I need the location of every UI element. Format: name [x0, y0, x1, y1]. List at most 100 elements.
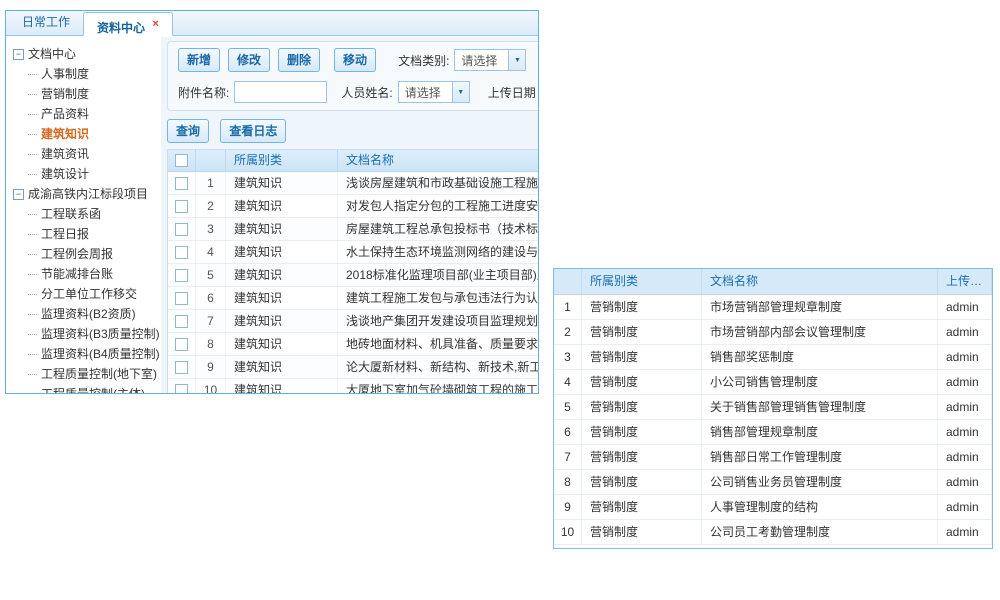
tree-node-selected[interactable]: 建筑知识	[13, 124, 161, 144]
table-row[interactable]: 9 建筑知识 论大厦新材料、新结构、新技术,新工艺	[168, 356, 539, 379]
tree-node[interactable]: −文档中心	[13, 44, 161, 64]
header-name: 文档名称	[338, 150, 539, 171]
row-checkbox[interactable]	[175, 384, 188, 395]
tree-branch-line	[28, 234, 37, 235]
collapse-icon[interactable]: −	[13, 189, 24, 200]
delete-button[interactable]: 删除	[278, 48, 320, 72]
table-row[interactable]: 5 营销制度 关于销售部管理销售管理制度 admin	[554, 395, 992, 420]
actions-row: 查询 查看日志	[167, 119, 538, 143]
grid-header: 所属别类 文档名称 上传…	[554, 269, 992, 295]
table-row[interactable]: 1 营销制度 市场营销部管理规章制度 admin	[554, 295, 992, 320]
tab-daily-work[interactable]: 日常工作	[9, 11, 83, 35]
cell-name: 论大厦新材料、新结构、新技术,新工艺	[338, 356, 539, 378]
tab-label: 资料中心	[97, 21, 145, 35]
cell-name: 房屋建筑工程总承包投标书（技术标）	[338, 218, 539, 240]
table-row[interactable]: 8 营销制度 公司销售业务员管理制度 admin	[554, 470, 992, 495]
cell-index: 2	[554, 320, 582, 344]
table-row[interactable]: 4 建筑知识 水土保持生态环境监测网络的建设与资	[168, 241, 539, 264]
cell-category: 建筑知识	[226, 379, 338, 394]
tree-node[interactable]: 工程联系函	[13, 204, 161, 224]
header-index	[554, 269, 582, 294]
tree-node[interactable]: 工程质量控制(主体)	[13, 384, 161, 393]
tree-node[interactable]: 监理资料(B3质量控制)	[13, 324, 161, 344]
cell-name: 公司员工考勤管理制度	[702, 520, 938, 544]
tree-branch-line	[28, 274, 37, 275]
tree-node-label: 监理资料(B3质量控制)	[41, 327, 160, 341]
table-row[interactable]: 2 建筑知识 对发包人指定分包的工程施工进度安排	[168, 195, 539, 218]
table-row[interactable]: 1 建筑知识 浅谈房屋建筑和市政基础设施工程施工	[168, 172, 539, 195]
tree-node[interactable]: 人事制度	[13, 64, 161, 84]
category-select-value: 请选择	[455, 52, 497, 69]
cell-uploader: admin	[938, 520, 992, 544]
row-checkbox[interactable]	[175, 200, 188, 213]
cell-index: 10	[554, 520, 582, 544]
cell-index: 4	[554, 370, 582, 394]
close-tab-icon[interactable]: ×	[152, 18, 158, 30]
cell-category: 建筑知识	[226, 241, 338, 263]
row-checkbox[interactable]	[175, 246, 188, 259]
table-row[interactable]: 6 建筑知识 建筑工程施工发包与承包违法行为认定	[168, 287, 539, 310]
tree-branch-line	[28, 74, 37, 75]
row-checkbox[interactable]	[175, 361, 188, 374]
category-label: 文档类别:	[398, 52, 449, 69]
tree-branch-line	[28, 254, 37, 255]
view-log-button[interactable]: 查看日志	[220, 119, 286, 143]
person-select[interactable]: 请选择 ▼	[398, 81, 470, 103]
tree-node[interactable]: −成渝高铁内江标段项目	[13, 184, 161, 204]
cell-category: 营销制度	[582, 420, 702, 444]
tab-bar: 日常工作 资料中心 ×	[6, 11, 538, 36]
category-select[interactable]: 请选择 ▼	[454, 49, 526, 71]
row-checkbox[interactable]	[175, 338, 188, 351]
row-checkbox[interactable]	[175, 177, 188, 190]
edit-button[interactable]: 修改	[228, 48, 270, 72]
add-button[interactable]: 新增	[178, 48, 220, 72]
row-checkbox[interactable]	[175, 315, 188, 328]
tree-node[interactable]: 营销制度	[13, 84, 161, 104]
tree-node[interactable]: 分工单位工作移交	[13, 284, 161, 304]
cell-name: 公司销售业务员管理制度	[702, 470, 938, 494]
tree-node[interactable]: 建筑设计	[13, 164, 161, 184]
table-row[interactable]: 2 营销制度 市场营销部内部会议管理制度 admin	[554, 320, 992, 345]
tree-node[interactable]: 工程日报	[13, 224, 161, 244]
attachment-name-input[interactable]	[234, 81, 327, 103]
tree-node[interactable]: 工程质量控制(地下室)	[13, 364, 161, 384]
table-row[interactable]: 9 营销制度 人事管理制度的结构 admin	[554, 495, 992, 520]
table-row[interactable]: 6 营销制度 销售部管理规章制度 admin	[554, 420, 992, 445]
tree-node-label: 分工单位工作移交	[41, 287, 137, 301]
cell-uploader: admin	[938, 495, 992, 519]
table-row[interactable]: 5 建筑知识 2018标准化监理项目部(业主项目部)人员	[168, 264, 539, 287]
attachment-label: 附件名称:	[178, 84, 229, 101]
table-row[interactable]: 7 建筑知识 浅谈地产集团开发建设项目监理规划编	[168, 310, 539, 333]
table-row[interactable]: 8 建筑知识 地砖地面材料、机具准备、质量要求及	[168, 333, 539, 356]
tree-node[interactable]: 工程例会周报	[13, 244, 161, 264]
row-checkbox[interactable]	[175, 292, 188, 305]
table-row[interactable]: 7 营销制度 销售部日常工作管理制度 admin	[554, 445, 992, 470]
tree-node[interactable]: 产品资料	[13, 104, 161, 124]
select-all-checkbox[interactable]	[175, 154, 188, 167]
panel-body: −文档中心 人事制度 营销制度 产品资料 建筑知识 建筑资讯 建筑设计 −成渝高…	[6, 37, 538, 393]
cell-index: 9	[196, 356, 226, 378]
tree-node-label: 工程质量控制(主体)	[41, 387, 145, 393]
table-row[interactable]: 10 建筑知识 大厦地下室加气砼墙砌筑工程的施工方	[168, 379, 539, 394]
table-row[interactable]: 4 营销制度 小公司销售管理制度 admin	[554, 370, 992, 395]
table-row[interactable]: 10 营销制度 公司员工考勤管理制度 admin	[554, 520, 992, 545]
tree-node[interactable]: 监理资料(B2资质)	[13, 304, 161, 324]
cell-index: 9	[554, 495, 582, 519]
tree-node[interactable]: 建筑资讯	[13, 144, 161, 164]
query-button[interactable]: 查询	[167, 119, 209, 143]
cell-category: 营销制度	[582, 395, 702, 419]
cell-category: 营销制度	[582, 345, 702, 369]
grid-header: 所属别类 文档名称	[168, 150, 539, 172]
tree-node-label: 监理资料(B4质量控制)	[41, 347, 160, 361]
table-row[interactable]: 3 营销制度 销售部奖惩制度 admin	[554, 345, 992, 370]
cell-uploader: admin	[938, 320, 992, 344]
tree-node[interactable]: 监理资料(B4质量控制)	[13, 344, 161, 364]
collapse-icon[interactable]: −	[13, 49, 24, 60]
move-button[interactable]: 移动	[334, 48, 376, 72]
table-row[interactable]: 3 建筑知识 房屋建筑工程总承包投标书（技术标）	[168, 218, 539, 241]
row-checkbox[interactable]	[175, 269, 188, 282]
tree-node[interactable]: 节能减排台账	[13, 264, 161, 284]
tab-data-center[interactable]: 资料中心 ×	[83, 12, 173, 36]
row-checkbox[interactable]	[175, 223, 188, 236]
cell-uploader: admin	[938, 470, 992, 494]
